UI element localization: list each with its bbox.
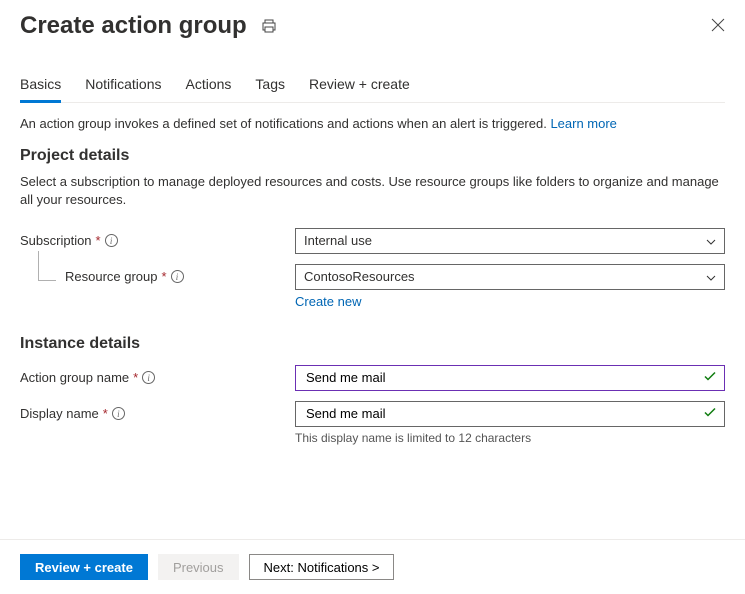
display-name-note: This display name is limited to 12 chara… [295, 431, 725, 445]
action-group-name-input[interactable] [295, 365, 725, 391]
page-title: Create action group [20, 12, 247, 40]
info-icon[interactable]: i [171, 270, 184, 283]
tab-tags[interactable]: Tags [255, 70, 285, 103]
tree-connector-icon [38, 251, 56, 281]
resource-group-select[interactable]: ContosoResources [295, 264, 725, 290]
review-create-button[interactable]: Review + create [20, 554, 148, 580]
resource-group-value: ContosoResources [304, 269, 415, 284]
footer-bar: Review + create Previous Next: Notificat… [0, 539, 745, 594]
info-icon[interactable]: i [105, 234, 118, 247]
tab-actions[interactable]: Actions [186, 70, 232, 103]
print-icon[interactable] [261, 18, 277, 34]
required-asterisk: * [133, 370, 138, 385]
subscription-select[interactable]: Internal use [295, 228, 725, 254]
action-group-name-label-text: Action group name [20, 370, 129, 385]
resource-group-label-text: Resource group [65, 269, 158, 284]
check-icon [703, 369, 717, 386]
page-header: Create action group [20, 12, 725, 40]
resource-group-label: Resource group * i [20, 269, 295, 284]
next-button[interactable]: Next: Notifications > [249, 554, 395, 580]
tab-review-create[interactable]: Review + create [309, 70, 410, 103]
subscription-label: Subscription * i [20, 233, 295, 248]
project-details-heading: Project details [20, 147, 725, 165]
display-name-field[interactable] [304, 405, 692, 422]
display-name-label: Display name * i [20, 406, 295, 421]
project-details-help: Select a subscription to manage deployed… [20, 173, 725, 209]
tabs-bar: Basics Notifications Actions Tags Review… [20, 70, 725, 103]
info-icon[interactable]: i [142, 371, 155, 384]
display-name-label-text: Display name [20, 406, 99, 421]
check-icon [703, 405, 717, 422]
close-icon[interactable] [711, 16, 725, 37]
previous-button: Previous [158, 554, 239, 580]
intro-text: An action group invokes a defined set of… [20, 115, 725, 133]
chevron-down-icon [706, 233, 716, 248]
intro-body: An action group invokes a defined set of… [20, 116, 550, 131]
instance-details-heading: Instance details [20, 335, 725, 353]
display-name-input[interactable] [295, 401, 725, 427]
learn-more-link[interactable]: Learn more [550, 116, 616, 131]
subscription-value: Internal use [304, 233, 372, 248]
required-asterisk: * [162, 269, 167, 284]
required-asterisk: * [96, 233, 101, 248]
tab-notifications[interactable]: Notifications [85, 70, 161, 103]
info-icon[interactable]: i [112, 407, 125, 420]
subscription-label-text: Subscription [20, 233, 92, 248]
required-asterisk: * [103, 406, 108, 421]
chevron-down-icon [706, 269, 716, 284]
tab-basics[interactable]: Basics [20, 70, 61, 103]
action-group-name-field[interactable] [304, 369, 692, 386]
action-group-name-label: Action group name * i [20, 370, 295, 385]
create-new-rg-link[interactable]: Create new [295, 294, 361, 309]
